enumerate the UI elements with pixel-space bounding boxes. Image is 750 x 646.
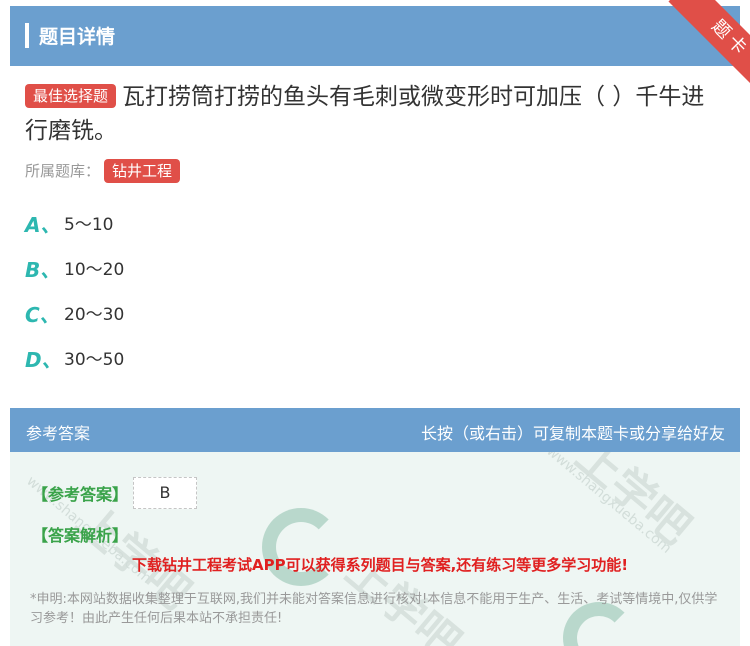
reference-answer-label: 【参考答案】 [32,485,129,504]
reference-answer-value: B [133,477,197,509]
header-bar: 题目详情 [10,6,740,66]
header-accent-bar [25,23,29,48]
answer-analysis-label: 【答案解析】 [32,526,129,545]
app-download-promo[interactable]: 下载钻井工程考试APP可以获得系列题目与答案,还有练习等更多学习功能! [132,554,628,575]
option-letter: D、 [25,348,62,372]
bank-badge[interactable]: 钻井工程 [104,159,181,183]
answer-header-bar: 参考答案 长按（或右击）可复制本题卡或分享给好友 [10,408,740,452]
option-letter: B、 [25,258,61,282]
bank-label: 所属题库： [25,162,101,180]
question-bank: 所属题库： 钻井工程 [25,159,181,183]
disclaimer-text: *申明:本网站数据收集整理于互联网,我们并未能对答案信息进行核对!本信息不能用于… [30,592,718,626]
option-text: 30～50 [64,350,125,370]
question-type-tag: 最佳选择题 [25,84,117,108]
option-text: 10～20 [64,260,125,280]
share-hint[interactable]: 长按（或右击）可复制本题卡或分享给好友 [421,420,725,444]
question-text: 瓦打捞筒打捞的鱼头有毛刺或微变形时可加压（ ）千牛进行磨铣。 [25,84,705,144]
watermark-text: 上学吧 [566,452,701,555]
option-text: 20～30 [64,305,125,325]
option-letter: A、 [25,213,61,237]
question-block: 最佳选择题 瓦打捞筒打捞的鱼头有毛刺或微变形时可加压（ ）千牛进行磨铣。 [25,80,725,148]
page-title: 题目详情 [39,26,116,48]
option-text: 5～10 [64,215,114,235]
answer-section-title: 参考答案 [26,424,91,443]
option-letter: C、 [25,303,60,327]
answer-area: 上学吧 上学吧 上学吧 www.shangxueba.com www.shang… [10,452,740,646]
